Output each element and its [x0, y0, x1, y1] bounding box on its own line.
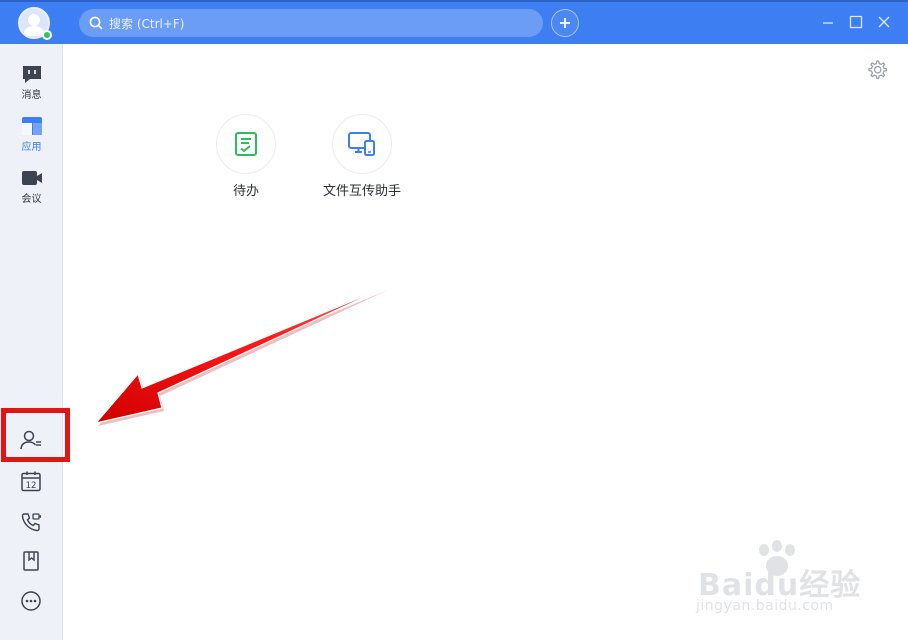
- sidebar-item-label: 消息: [21, 90, 42, 101]
- sidebar-item-label: 会议: [21, 194, 42, 205]
- add-button[interactable]: [551, 9, 579, 37]
- calendar-icon: 12: [21, 471, 41, 492]
- sidebar-item-meetings[interactable]: 会议: [0, 168, 63, 205]
- message-icon: [22, 66, 41, 83]
- search-icon: [89, 16, 103, 30]
- maximize-button[interactable]: [847, 13, 865, 31]
- todo-icon: [235, 132, 257, 156]
- search-placeholder: 搜索 (Ctrl+F): [109, 16, 185, 31]
- sidebar: 消息 应用 会议 12: [0, 44, 63, 640]
- maximize-icon: [849, 15, 863, 29]
- sidebar-tool-bookmarks[interactable]: [19, 549, 43, 573]
- sidebar-tool-more[interactable]: [19, 589, 43, 613]
- sidebar-item-messages[interactable]: 消息: [0, 64, 63, 101]
- annotation-highlight-box: [1, 408, 70, 462]
- plus-icon: [560, 18, 570, 28]
- sidebar-item-label: 应用: [21, 142, 42, 153]
- title-bar-top-strip: [0, 0, 908, 2]
- watermark-url: jingyan.baidu.com: [696, 598, 834, 614]
- more-icon: [21, 591, 41, 611]
- app-tile-file-transfer[interactable]: 文件互传助手: [302, 114, 422, 199]
- file-transfer-icon: [348, 132, 375, 156]
- title-bar: 搜索 (Ctrl+F): [0, 0, 908, 44]
- online-status-dot: [42, 30, 52, 40]
- sidebar-tool-calendar[interactable]: 12: [19, 469, 43, 493]
- phone-call-icon: [21, 513, 41, 532]
- app-label: 待办: [232, 184, 259, 199]
- bookmark-icon: [23, 551, 39, 571]
- apps-icon: [21, 117, 42, 135]
- app-window: 搜索 (Ctrl+F) 消息 应用 会议 12 待办 文件互传助手 Baidu经…: [0, 0, 908, 640]
- app-label: 文件互传助手: [322, 184, 401, 199]
- app-tile-todo[interactable]: 待办: [186, 114, 306, 199]
- minimize-icon: [823, 22, 833, 24]
- settings-button[interactable]: [866, 59, 888, 81]
- search-input[interactable]: 搜索 (Ctrl+F): [79, 9, 543, 37]
- close-icon: [878, 16, 890, 28]
- app-icon-circle: [332, 114, 392, 174]
- minimize-button[interactable]: [819, 13, 837, 31]
- sidebar-item-apps[interactable]: 应用: [0, 116, 63, 153]
- close-button[interactable]: [875, 13, 893, 31]
- watermark: Baidu经验 jingyan.baidu.com: [696, 540, 866, 630]
- sidebar-tool-calls[interactable]: [19, 510, 43, 534]
- meeting-icon: [21, 171, 42, 185]
- app-icon-circle: [216, 114, 276, 174]
- gear-icon: [868, 60, 888, 80]
- calendar-day-label: 12: [26, 481, 37, 491]
